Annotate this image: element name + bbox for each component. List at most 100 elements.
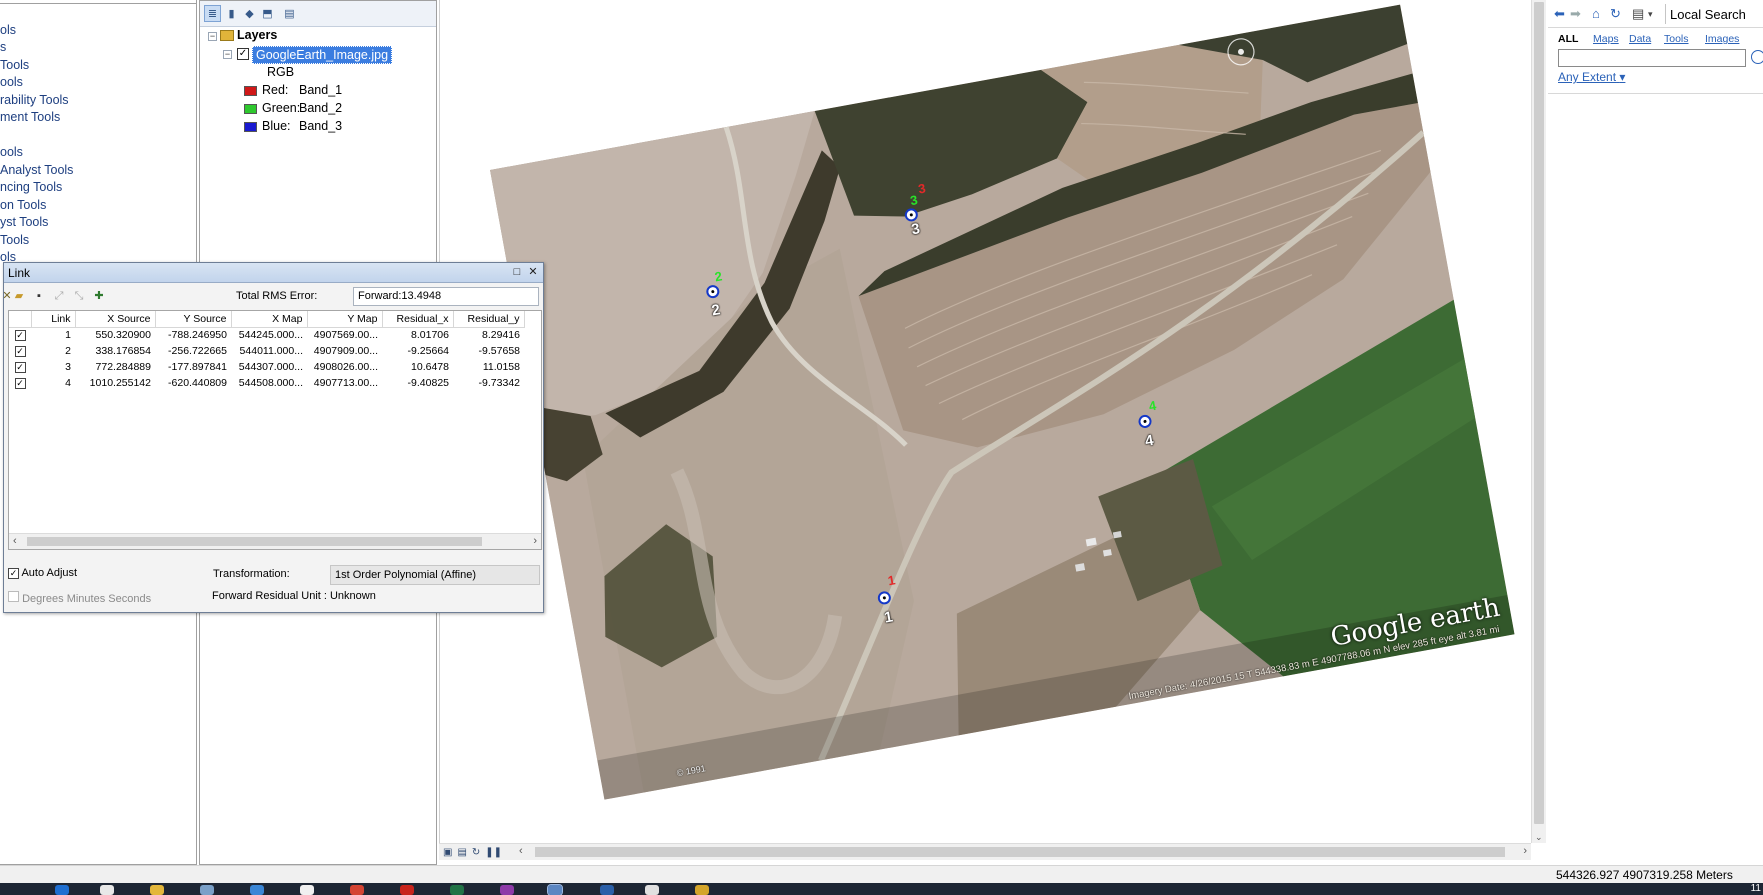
- scroll-left-icon[interactable]: ‹: [519, 845, 523, 857]
- table-horizontal-scrollbar[interactable]: ‹ ›: [9, 533, 541, 549]
- y-map[interactable]: 4907713.00...: [307, 375, 382, 391]
- layer-name[interactable]: GoogleEarth_Image.jpg: [252, 46, 393, 64]
- table-scroll-thumb[interactable]: [27, 537, 482, 546]
- refresh-icon[interactable]: ↻: [1610, 6, 1621, 22]
- link-enabled-checkbox[interactable]: ✓: [14, 378, 26, 389]
- taskbar-app-icon[interactable]: [100, 885, 114, 895]
- toolbox-item[interactable]: Analyst Tools: [0, 163, 73, 177]
- column-header[interactable]: Residual_y: [453, 311, 525, 328]
- list-by-source-icon[interactable]: ▮: [223, 5, 240, 22]
- column-header[interactable]: Y Map: [307, 311, 383, 328]
- home-icon[interactable]: ⌂: [1592, 6, 1600, 21]
- toolbox-item[interactable]: ment Tools: [0, 110, 60, 124]
- options-dropdown-icon[interactable]: ▾: [1648, 9, 1653, 20]
- toolbox-item[interactable]: ncing Tools: [0, 180, 62, 194]
- column-header[interactable]: X Source: [75, 311, 156, 328]
- taskbar-app-icon[interactable]: [200, 885, 214, 895]
- table-row[interactable]: ✓ 4 1010.255142 -620.440809 544508.000..…: [9, 375, 524, 391]
- close-icon[interactable]: ✕: [527, 266, 539, 278]
- maximize-icon[interactable]: □: [511, 266, 523, 278]
- layer-visibility-checkbox[interactable]: ✓: [237, 48, 249, 60]
- x-source[interactable]: 338.176854: [75, 343, 155, 359]
- auto-adjust-checkbox[interactable]: ✓: [8, 568, 19, 579]
- pause-icon[interactable]: ❚❚: [485, 847, 502, 858]
- toolbox-item[interactable]: ols: [0, 23, 16, 37]
- taskbar-app-icon[interactable]: [350, 885, 364, 895]
- scroll-left-icon[interactable]: ‹: [13, 535, 17, 547]
- x-map[interactable]: 544011.000...: [231, 343, 307, 359]
- scroll-down-icon[interactable]: ⌄: [1535, 832, 1543, 843]
- table-row[interactable]: ✓ 2 338.176854 -256.722665 544011.000...…: [9, 343, 524, 359]
- scroll-right-icon[interactable]: ›: [533, 535, 537, 547]
- link-enabled-checkbox[interactable]: ✓: [14, 362, 26, 373]
- toolbox-item[interactable]: Tools: [0, 58, 29, 72]
- transformation-select[interactable]: 1st Order Polynomial (Affine): [330, 565, 540, 585]
- options-icon[interactable]: ▤: [1632, 6, 1644, 22]
- x-source[interactable]: 550.320900: [75, 327, 155, 343]
- toolbox-item[interactable]: on Tools: [0, 198, 46, 212]
- column-header[interactable]: Residual_x: [382, 311, 454, 328]
- list-by-drawing-order-icon[interactable]: ≣: [204, 5, 221, 22]
- save-links-icon[interactable]: ▪: [32, 289, 46, 303]
- map-horizontal-scrollbar[interactable]: ‹ ›: [515, 843, 1531, 860]
- taskbar-app-icon[interactable]: [300, 885, 314, 895]
- collapse-layers-icon[interactable]: −: [208, 32, 217, 41]
- taskbar-app-icon[interactable]: [450, 885, 464, 895]
- tab-images[interactable]: Images: [1705, 33, 1739, 45]
- y-map[interactable]: 4907909.00...: [307, 343, 382, 359]
- x-map[interactable]: 544307.000...: [231, 359, 307, 375]
- toolbox-item[interactable]: Tools: [0, 233, 29, 247]
- add-link-icon[interactable]: ✚: [92, 289, 106, 303]
- list-by-selection-icon[interactable]: ⬒: [259, 5, 276, 22]
- refresh-icon[interactable]: ↻: [472, 847, 480, 858]
- taskbar-app-icon[interactable]: [500, 885, 514, 895]
- auto-adjust-option[interactable]: ✓ Auto Adjust: [8, 567, 77, 579]
- search-input[interactable]: [1558, 49, 1746, 67]
- column-header[interactable]: Link: [31, 311, 76, 328]
- layers-root-label[interactable]: Layers: [237, 28, 277, 42]
- extent-dropdown[interactable]: Any Extent ▾: [1558, 70, 1625, 84]
- tab-data[interactable]: Data: [1629, 33, 1651, 45]
- toc-options-icon[interactable]: ▤: [281, 5, 298, 22]
- map-vertical-scrollbar[interactable]: ⌄: [1531, 0, 1546, 843]
- taskbar-app-icon[interactable]: [600, 885, 614, 895]
- y-source[interactable]: -620.440809: [155, 375, 231, 391]
- collapse-layer-icon[interactable]: −: [223, 50, 232, 59]
- taskbar-app-icon[interactable]: [250, 885, 264, 895]
- y-source[interactable]: -256.722665: [155, 343, 231, 359]
- column-header[interactable]: X Map: [231, 311, 308, 328]
- x-map[interactable]: 544508.000...: [231, 375, 307, 391]
- tab-tools[interactable]: Tools: [1664, 33, 1689, 45]
- forward-icon[interactable]: ➡: [1570, 6, 1581, 22]
- data-view-icon[interactable]: ▣: [443, 847, 452, 858]
- toolbox-item[interactable]: yst Tools: [0, 215, 48, 229]
- y-source[interactable]: -788.246950: [155, 327, 231, 343]
- pan-to-link-icon[interactable]: ⤡: [72, 289, 86, 303]
- vertical-scroll-thumb[interactable]: [1534, 2, 1544, 824]
- toolbox-item[interactable]: ools: [0, 75, 23, 89]
- search-go-icon[interactable]: [1751, 50, 1763, 64]
- tab-all[interactable]: ALL: [1558, 33, 1578, 45]
- back-icon[interactable]: ⬅: [1554, 6, 1565, 22]
- table-row[interactable]: ✓ 3 772.284889 -177.897841 544307.000...…: [9, 359, 524, 375]
- zoom-to-link-icon[interactable]: ⤢: [52, 289, 66, 303]
- scroll-right-icon[interactable]: ›: [1523, 845, 1527, 857]
- x-map[interactable]: 544245.000...: [231, 327, 307, 343]
- taskbar-app-icon[interactable]: [695, 885, 709, 895]
- y-source[interactable]: -177.897841: [155, 359, 231, 375]
- tab-maps[interactable]: Maps: [1593, 33, 1619, 45]
- column-header[interactable]: Y Source: [155, 311, 232, 328]
- list-by-visibility-icon[interactable]: ◆: [241, 5, 258, 22]
- link-enabled-checkbox[interactable]: ✓: [14, 346, 26, 357]
- toolbox-item[interactable]: ools: [0, 145, 23, 159]
- horizontal-scroll-thumb[interactable]: [535, 847, 1505, 857]
- toolbox-item[interactable]: rability Tools: [0, 93, 69, 107]
- taskbar-app-icon[interactable]: [645, 885, 659, 895]
- link-window-titlebar[interactable]: Link □ ✕: [4, 263, 543, 283]
- x-source[interactable]: 1010.255142: [75, 375, 155, 391]
- taskbar-app-icon[interactable]: [547, 884, 563, 895]
- table-row[interactable]: ✓ 1 550.320900 -788.246950 544245.000...…: [9, 327, 524, 343]
- open-links-icon[interactable]: ▰: [12, 289, 26, 303]
- toolbox-item[interactable]: s: [0, 40, 6, 54]
- y-map[interactable]: 4907569.00...: [307, 327, 382, 343]
